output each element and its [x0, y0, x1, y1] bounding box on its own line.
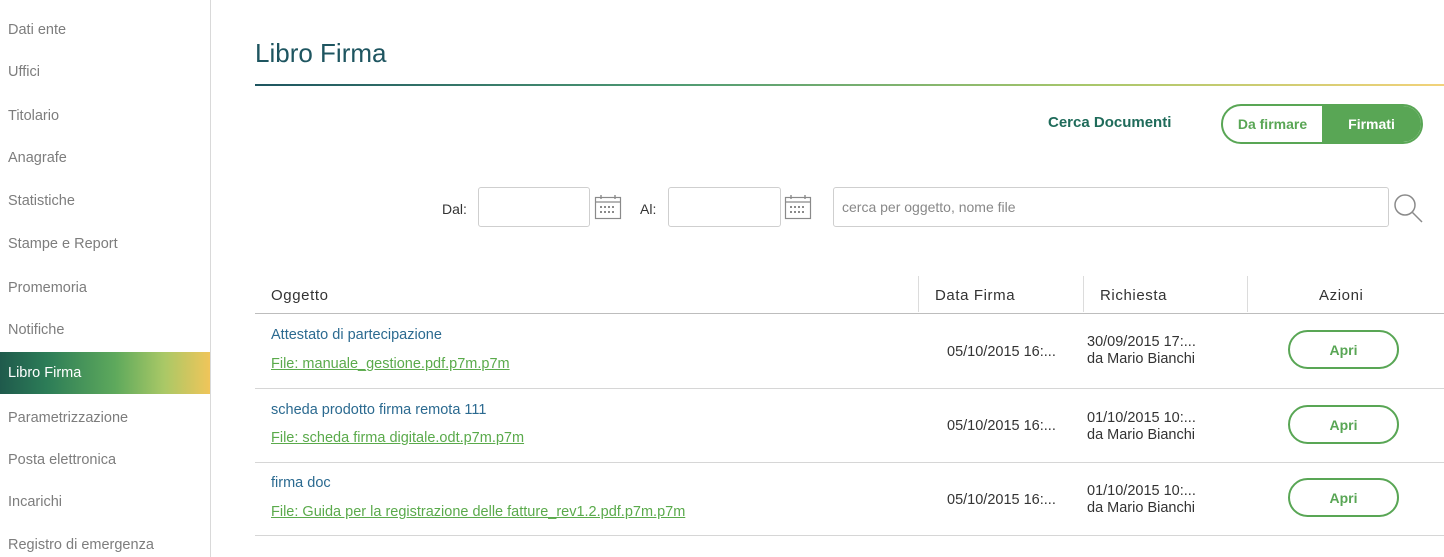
- sidebar-item-uffici[interactable]: Uffici: [0, 56, 210, 88]
- sidebar-item-parametrizzazione[interactable]: Parametrizzazione: [0, 402, 210, 434]
- column-header-oggetto: Oggetto: [271, 287, 329, 304]
- sidebar-item-dati-ente[interactable]: Dati ente: [0, 14, 210, 46]
- search-input[interactable]: [833, 187, 1389, 227]
- row-sign-date: 05/10/2015 16:...: [947, 418, 1056, 434]
- column-divider: [918, 276, 919, 312]
- row-request-date: 01/10/2015 10:...: [1087, 410, 1196, 426]
- sidebar: Dati ente Uffici Titolario Anagrafe Stat…: [0, 0, 211, 557]
- table-header-divider: [255, 313, 1444, 314]
- row-request-date: 01/10/2015 10:...: [1087, 483, 1196, 499]
- sidebar-item-statistiche[interactable]: Statistiche: [0, 185, 210, 217]
- from-date-label: Dal:: [442, 201, 467, 217]
- title-divider: [255, 84, 1444, 86]
- row-sign-date: 05/10/2015 16:...: [947, 492, 1056, 508]
- open-button[interactable]: Apri: [1288, 330, 1399, 369]
- toggle-da-firmare[interactable]: Da firmare: [1223, 106, 1322, 142]
- sidebar-item-libro-firma[interactable]: Libro Firma: [0, 352, 210, 394]
- from-date-input[interactable]: [478, 187, 590, 227]
- sidebar-item-registro-emergenza[interactable]: Registro di emergenza: [0, 529, 210, 557]
- sidebar-item-titolario[interactable]: Titolario: [0, 100, 210, 132]
- row-file-link[interactable]: File: scheda firma digitale.odt.p7m.p7m: [271, 430, 524, 446]
- open-button[interactable]: Apri: [1288, 405, 1399, 444]
- page-title: Libro Firma: [255, 38, 387, 68]
- sign-status-toggle: Da firmare Firmati: [1221, 104, 1423, 144]
- row-divider: [255, 462, 1444, 463]
- row-request-date: 30/09/2015 17:...: [1087, 334, 1196, 350]
- sidebar-item-promemoria[interactable]: Promemoria: [0, 272, 210, 304]
- row-request-by: da Mario Bianchi: [1087, 500, 1195, 516]
- calendar-icon[interactable]: [594, 194, 622, 220]
- sidebar-item-incarichi[interactable]: Incarichi: [0, 486, 210, 518]
- search-documents-label: Cerca Documenti: [1048, 114, 1172, 131]
- row-subject[interactable]: Attestato di partecipazione: [271, 327, 442, 343]
- toggle-firmati[interactable]: Firmati: [1322, 106, 1421, 142]
- row-divider: [255, 388, 1444, 389]
- column-divider: [1247, 276, 1248, 312]
- calendar-icon[interactable]: [784, 194, 812, 220]
- row-request-by: da Mario Bianchi: [1087, 351, 1195, 367]
- row-divider: [255, 535, 1444, 536]
- to-date-input[interactable]: [668, 187, 781, 227]
- sidebar-item-notifiche[interactable]: Notifiche: [0, 314, 210, 346]
- row-request-by: da Mario Bianchi: [1087, 427, 1195, 443]
- row-file-link[interactable]: File: Guida per la registrazione delle f…: [271, 504, 685, 520]
- column-divider: [1083, 276, 1084, 312]
- sidebar-item-stampe-report[interactable]: Stampe e Report: [0, 228, 210, 260]
- row-subject[interactable]: scheda prodotto firma remota 111: [271, 402, 486, 418]
- open-button[interactable]: Apri: [1288, 478, 1399, 517]
- column-header-azioni: Azioni: [1319, 287, 1364, 304]
- row-sign-date: 05/10/2015 16:...: [947, 344, 1056, 360]
- row-file-link[interactable]: File: manuale_gestione.pdf.p7m.p7m: [271, 356, 510, 372]
- column-header-richiesta: Richiesta: [1100, 287, 1168, 304]
- sidebar-item-anagrafe[interactable]: Anagrafe: [0, 142, 210, 174]
- sidebar-item-posta-elettronica[interactable]: Posta elettronica: [0, 444, 210, 476]
- row-subject[interactable]: firma doc: [271, 475, 331, 491]
- column-header-data-firma: Data Firma: [935, 287, 1016, 304]
- search-icon[interactable]: [1392, 192, 1424, 224]
- to-date-label: Al:: [640, 201, 657, 217]
